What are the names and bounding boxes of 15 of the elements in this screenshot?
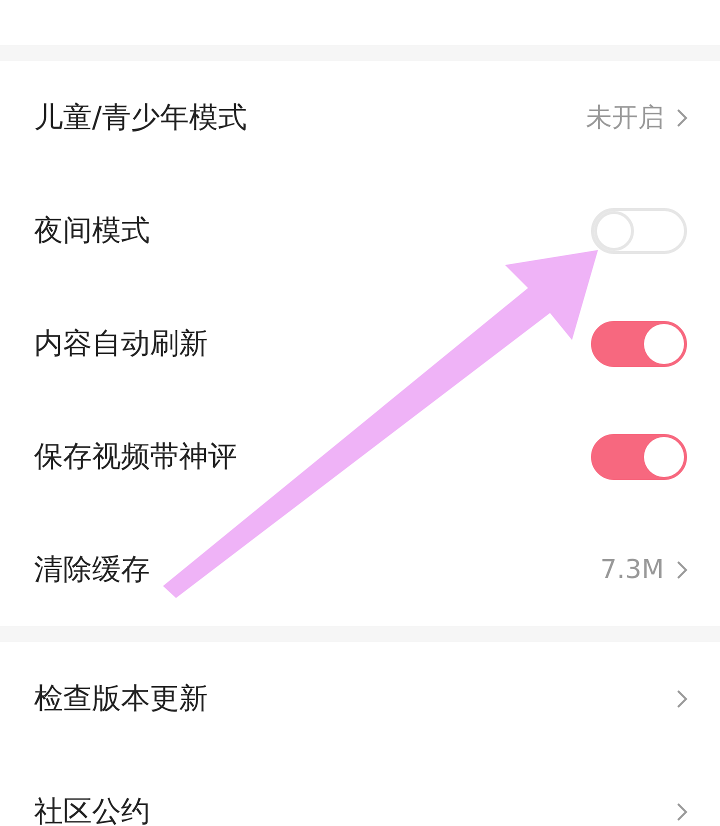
chevron-icon xyxy=(676,688,688,708)
setting-label: 社区公约 xyxy=(34,796,151,826)
setting-label: 检查版本更新 xyxy=(34,682,209,714)
setting-value: 未开启 xyxy=(586,102,664,135)
setting-label: 保存视频带神评 xyxy=(34,440,238,472)
chevron-icon xyxy=(676,802,688,822)
toggle-switch[interactable] xyxy=(591,434,687,480)
setting-label: 清除缓存 xyxy=(34,554,151,586)
setting-label: 内容自动刷新 xyxy=(34,328,209,360)
setting-value: 7.3M xyxy=(600,554,664,584)
setting-label: 夜间模式 xyxy=(34,214,151,246)
toggle-switch[interactable] xyxy=(591,320,687,366)
chevron-icon xyxy=(676,560,688,580)
setting-label: 儿童/青少年模式 xyxy=(34,102,248,134)
chevron-icon xyxy=(676,108,688,128)
